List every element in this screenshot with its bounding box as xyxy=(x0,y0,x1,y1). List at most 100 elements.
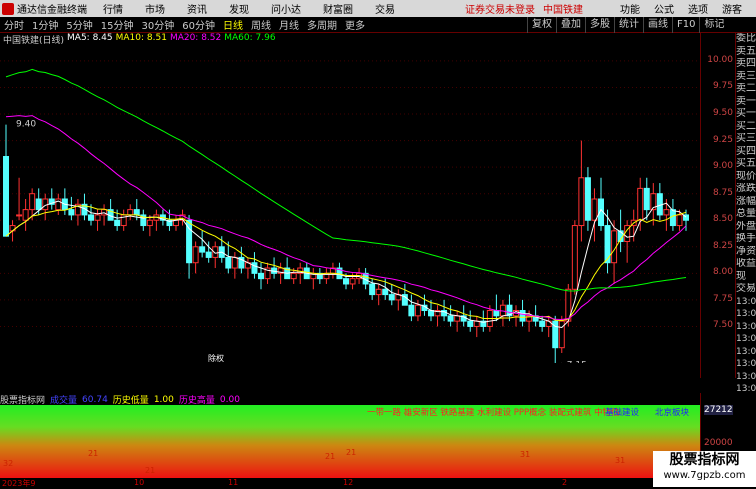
candle-body xyxy=(16,214,23,217)
f10-button[interactable]: F10 xyxy=(672,17,699,33)
candle-body xyxy=(669,209,676,227)
candle-body xyxy=(68,209,75,216)
indicator-panel[interactable]: 一带一路 雄安新区 铁路基建 水利建设 PPP概念 装配式建筑 中特估基础建设 北… xyxy=(0,393,700,478)
mark-button[interactable]: 标记 xyxy=(699,17,728,33)
candle-body xyxy=(225,256,232,269)
price-tick-label: 8.00 xyxy=(712,267,733,278)
quote-panel-row: 13:0 xyxy=(736,346,756,357)
candle-body xyxy=(584,177,591,221)
quote-panel-row: 交易 xyxy=(736,283,756,294)
candle-body xyxy=(473,320,480,327)
user-guest[interactable]: 游客 xyxy=(722,1,742,16)
overlay-button[interactable]: 叠加 xyxy=(556,17,585,33)
candle-body xyxy=(3,156,9,237)
candle-body xyxy=(199,246,206,253)
kline-chart[interactable]: 9.40 ←7.15 除权 xyxy=(0,33,700,363)
indicator-v1-label: 成交量 xyxy=(50,396,78,406)
quote-panel-row: 13:0 xyxy=(736,321,756,332)
menu-item-hangqing[interactable]: 行情 xyxy=(103,1,123,16)
high-price-annotation: 9.40 xyxy=(16,120,36,130)
period-daily[interactable]: 日线 xyxy=(219,17,247,32)
indicator-value-label: 21 xyxy=(346,448,356,457)
login-warning[interactable]: 证券交易未登录 xyxy=(465,1,535,16)
candle-body xyxy=(375,288,382,296)
indicator-value-label: 21 xyxy=(88,449,98,458)
candle-body xyxy=(205,251,212,258)
indicator-tick-label: 27212 xyxy=(704,405,733,415)
menu-item-zixun[interactable]: 资讯 xyxy=(187,1,207,16)
period-15min[interactable]: 15分钟 xyxy=(97,17,138,32)
period-weekly[interactable]: 周线 xyxy=(247,17,275,32)
concept-tags: 一带一路 雄安新区 铁路基建 水利建设 PPP概念 装配式建筑 中特估 xyxy=(367,407,620,418)
menu-item-gongneng[interactable]: 功能 xyxy=(620,1,640,16)
menu-item-gongshi[interactable]: 公式 xyxy=(654,1,674,16)
legend-ma20: MA20: 8.52 xyxy=(169,33,222,43)
candle-body xyxy=(258,272,264,280)
low-price-annotation: ←7.15 xyxy=(559,361,587,363)
indicator-header: 股票指标网 成交量 60.74 历史低量 1.00 历史高量 0.00 xyxy=(0,393,700,407)
candle-body xyxy=(231,256,238,269)
indicator-value-label: 21 xyxy=(145,466,155,475)
period-1min[interactable]: 1分钟 xyxy=(28,17,62,32)
indicator-v3-label: 历史高量 xyxy=(178,396,215,406)
indicator-name[interactable]: 股票指标网 xyxy=(0,393,45,406)
menu-item-caifuquan[interactable]: 财富圈 xyxy=(323,1,353,16)
candle-body xyxy=(408,304,415,317)
price-tick-label: 8.25 xyxy=(712,240,733,251)
draw-line-button[interactable]: 画线 xyxy=(643,17,672,33)
menu-item-faxian[interactable]: 发现 xyxy=(229,1,249,16)
menu-item-wenxiaoda[interactable]: 问小达 xyxy=(271,1,301,16)
event-marker[interactable]: 除权 xyxy=(208,353,224,363)
period-60min[interactable]: 60分钟 xyxy=(178,17,219,32)
candle-body xyxy=(251,262,258,274)
candle-body xyxy=(454,315,461,322)
candle-body xyxy=(637,187,644,221)
period-multi[interactable]: 多周期 xyxy=(303,17,341,32)
candle-body xyxy=(146,219,153,227)
menu-item-xuanxiang[interactable]: 选项 xyxy=(688,1,708,16)
legend-ma60: MA60: 7.96 xyxy=(224,33,276,43)
current-stock-name: 中国铁建 xyxy=(543,5,583,16)
candle-body xyxy=(35,198,42,211)
indicator-tick-label: 20000 xyxy=(704,438,733,448)
sector-tag-beijing[interactable]: 北京板块 xyxy=(655,407,690,418)
candle-body xyxy=(114,219,121,227)
sector-tag-base[interactable]: 基础建设 xyxy=(605,407,640,418)
period-fenshi[interactable]: 分时 xyxy=(0,17,28,32)
candle-body xyxy=(467,320,474,327)
candle-body xyxy=(192,246,199,264)
period-5min[interactable]: 5分钟 xyxy=(62,17,96,32)
candle-body xyxy=(94,214,101,221)
watermark-logo: 股票指标网 www.7gpzb.com xyxy=(653,451,756,487)
quote-side-panel: 委比 卖五 卖四 卖三 卖二 卖一 买一 买二 买三 买四 买五 现价 涨跌 涨幅 总量 外盘 换手 净资 收益现交… xyxy=(735,33,756,394)
candle-body xyxy=(643,187,650,211)
candle-body xyxy=(676,214,683,227)
indicator-v3-value: 0.00 xyxy=(219,394,240,405)
date-tick-label: 2 xyxy=(562,478,568,487)
menu-item-shichang[interactable]: 市场 xyxy=(145,1,165,16)
period-more[interactable]: 更多 xyxy=(341,17,369,32)
quote-panel-row: 13:0 xyxy=(736,359,756,369)
menu-item-jiaoyi[interactable]: 交易 xyxy=(375,1,395,16)
quote-panel-row: 收益 xyxy=(736,258,756,269)
candle-body xyxy=(493,310,500,317)
legend-ma10: MA10: 8.51 xyxy=(115,33,167,43)
period-monthly[interactable]: 月线 xyxy=(275,17,303,32)
indicator-v1-value: 60.74 xyxy=(82,394,108,405)
indicator-value-label: 32 xyxy=(3,459,13,468)
indicator-value-label: 31 xyxy=(615,456,625,465)
watermark-title: 股票指标网 xyxy=(669,452,740,468)
quote-panel-row: 卖五 xyxy=(736,45,756,57)
multi-stock-button[interactable]: 多股 xyxy=(585,17,614,33)
candle-body xyxy=(173,219,179,227)
quote-panel-row: 现 xyxy=(736,270,746,282)
indicator-value-label: 31 xyxy=(520,450,530,459)
fuquan-button[interactable]: 复权 xyxy=(527,17,556,33)
period-30min[interactable]: 30分钟 xyxy=(137,17,178,32)
quote-panel-row: 外盘 xyxy=(736,220,756,232)
stats-button[interactable]: 统计 xyxy=(614,17,643,33)
candle-body xyxy=(133,209,140,216)
price-tick-label: 9.00 xyxy=(712,161,733,172)
price-tick-label: 10.00 xyxy=(707,54,733,65)
price-tick-label: 9.25 xyxy=(712,134,733,145)
